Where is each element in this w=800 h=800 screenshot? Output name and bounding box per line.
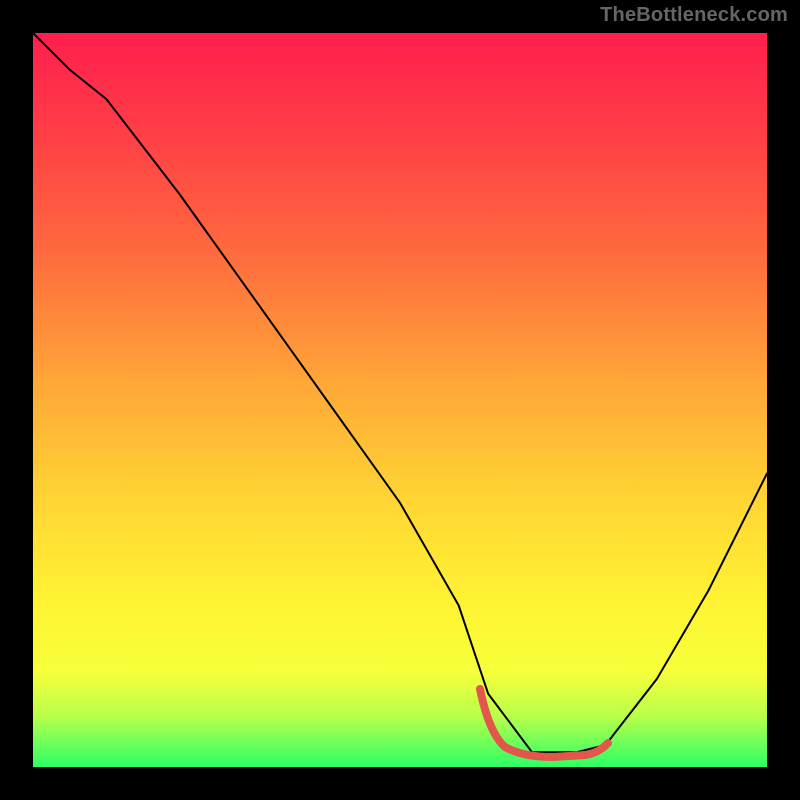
bottleneck-curve [33, 33, 767, 752]
chart-svg-overlay [33, 33, 767, 767]
watermark-text: TheBottleneck.com [600, 4, 788, 27]
chart-frame: TheBottleneck.com [0, 0, 800, 800]
valley-highlight [480, 689, 608, 757]
